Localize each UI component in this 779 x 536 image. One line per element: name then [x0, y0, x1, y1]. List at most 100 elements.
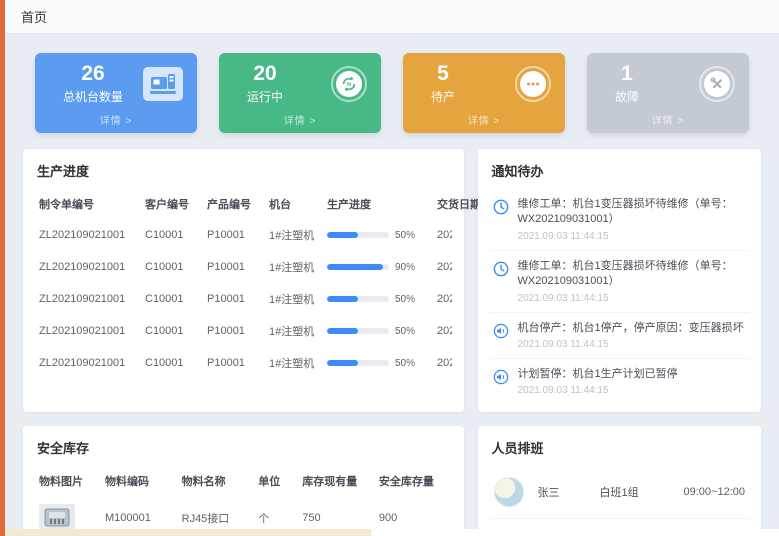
- notifications-panel: 通知待办 维修工单：机台1变压器损坏待维修（单号：WX202109031001）…: [478, 149, 761, 412]
- panels-grid: 生产进度 制令单编号 客户编号 产品编号 机台 生产进度 交货日期 ZL2021…: [23, 149, 761, 529]
- waiting-label: 待产: [431, 88, 455, 105]
- cell-order-no: ZL202109021001: [35, 283, 141, 315]
- window-accent-strip: [0, 0, 5, 536]
- cell-delivery-date: 2021-09-10: [433, 347, 452, 379]
- notification-text: 机台停产：机台1停产，停产原因：变压器损坏: [518, 321, 744, 336]
- stat-card-waiting-main: 5 待产: [417, 62, 551, 105]
- staff-time: 09:00~12:00: [684, 486, 745, 498]
- notification-text: 计划暂停：机台1生产计划已暂停: [518, 367, 678, 382]
- background-window-strip: [5, 529, 371, 536]
- waiting-detail-link[interactable]: 详情 >: [417, 112, 551, 127]
- total-machines-detail-link[interactable]: 详情 >: [49, 112, 183, 127]
- header-machine: 机台: [265, 189, 323, 219]
- background-window-strip-right: [371, 529, 779, 536]
- notification-text: 维修工单：机台1变压器损坏待维修（单号：WX202109031001）: [518, 197, 747, 228]
- top-bar: 首页: [5, 0, 779, 34]
- notification-time: 2021.09.03 11:44:15: [518, 385, 678, 396]
- cell-progress: 50%: [323, 283, 433, 315]
- cell-stock-qty: 750: [298, 496, 375, 529]
- cell-product-no: P10001: [203, 315, 265, 347]
- speaker-icon: [492, 322, 510, 340]
- notification-text: 维修工单：机台1变压器损坏待维修（单号：WX202109031001）: [518, 259, 747, 290]
- cell-unit: 个: [254, 496, 298, 529]
- running-icon: [331, 66, 367, 102]
- staff-row: 李四 白班2组 12:00~16:00: [490, 519, 749, 529]
- header-material-name: 物料名称: [178, 466, 255, 496]
- fault-detail-link[interactable]: 详情 >: [601, 112, 735, 127]
- header-customer-no: 客户编号: [141, 189, 203, 219]
- cell-order-no: ZL202109021001: [35, 347, 141, 379]
- progress-bar: [327, 360, 389, 366]
- running-detail-link[interactable]: 详情 >: [233, 112, 367, 127]
- cell-product-no: P10001: [203, 219, 265, 251]
- notification-item[interactable]: 维修工单：机台1变压器损坏待维修（单号：WX202109031001） 2021…: [490, 189, 749, 251]
- notification-item[interactable]: 计划暂停：机台1生产计划已暂停 2021.09.03 11:44:15: [490, 359, 749, 404]
- production-progress-title: 生产进度: [35, 159, 452, 189]
- stat-card-fault[interactable]: 1 故障 详情 >: [587, 53, 749, 133]
- cell-material-image: [35, 496, 101, 529]
- staff-shift: 白班1组: [600, 484, 684, 500]
- stat-cards-row: 26 总机台数量 详情 >: [35, 53, 749, 133]
- progress-bar: [327, 264, 389, 270]
- stat-card-running-figures: 20 运行中: [247, 62, 283, 105]
- stat-card-total-figures: 26 总机台数量: [63, 62, 123, 105]
- header-progress: 生产进度: [323, 189, 433, 219]
- cell-machine: 1#注塑机: [265, 283, 323, 315]
- staff-schedule-title: 人员排班: [490, 436, 749, 466]
- inventory-row: M100001 RJ45接口 个 750 900: [35, 496, 452, 529]
- stat-card-running-main: 20 运行中: [233, 62, 367, 105]
- notification-body: 维修工单：机台1变压器损坏待维修（单号：WX202109031001） 2021…: [518, 197, 747, 242]
- cell-customer-no: C10001: [141, 283, 203, 315]
- notification-item[interactable]: 机台停产：机台1停产，停产原因：变压器损坏 2021.09.03 11:44:1…: [490, 313, 749, 359]
- cell-customer-no: C10001: [141, 251, 203, 283]
- notification-item[interactable]: 维修工单：机台1变压器损坏待维修（单号：WX202109031001） 2021…: [490, 251, 749, 313]
- machine-icon: [143, 67, 183, 101]
- page-title: 首页: [21, 7, 47, 26]
- fault-label: 故障: [615, 88, 639, 105]
- speaker-icon: [492, 368, 510, 386]
- safety-inventory-title: 安全库存: [35, 436, 452, 466]
- production-table: 制令单编号 客户编号 产品编号 机台 生产进度 交货日期 ZL202109021…: [35, 189, 452, 379]
- dashboard-content: 26 总机台数量 详情 >: [5, 35, 779, 529]
- cell-customer-no: C10001: [141, 219, 203, 251]
- production-row: ZL202109021001 C10001 P10001 1#注塑机 50% 2…: [35, 283, 452, 315]
- cell-delivery-date: 2021-09-10: [433, 315, 452, 347]
- header-delivery-date: 交货日期: [433, 189, 452, 219]
- cell-progress: 50%: [323, 315, 433, 347]
- cell-machine: 1#注塑机: [265, 347, 323, 379]
- notifications-title: 通知待办: [490, 159, 749, 189]
- cell-delivery-date: 2021-09-10: [433, 283, 452, 315]
- cell-progress: 50%: [323, 347, 433, 379]
- cell-material-code: M100001: [101, 496, 178, 529]
- total-machines-label: 总机台数量: [63, 88, 123, 105]
- cell-machine: 1#注塑机: [265, 315, 323, 347]
- cell-order-no: ZL202109021001: [35, 315, 141, 347]
- inventory-table: 物料图片 物料编码 物料名称 单位 库存现有量 安全库存量: [35, 466, 452, 529]
- cell-delivery-date: 2021-09-10: [433, 219, 452, 251]
- header-material-image: 物料图片: [35, 466, 101, 496]
- avatar: [494, 477, 524, 507]
- cell-machine: 1#注塑机: [265, 219, 323, 251]
- notification-time: 2021.09.03 11:44:15: [518, 231, 747, 242]
- stat-card-fault-main: 1 故障: [601, 62, 735, 105]
- rj45-connector-photo: [39, 504, 75, 529]
- stat-card-running[interactable]: 20 运行中 详情 >: [219, 53, 381, 133]
- production-row: ZL202109021001 C10001 P10001 1#注塑机 50% 2…: [35, 219, 452, 251]
- clock-icon: [492, 198, 510, 216]
- stat-card-waiting[interactable]: 5 待产 详情 >: [403, 53, 565, 133]
- header-order-no: 制令单编号: [35, 189, 141, 219]
- production-row: ZL202109021001 C10001 P10001 1#注塑机 90% 2…: [35, 251, 452, 283]
- staff-schedule-panel: 人员排班 张三 白班1组 09:00~12:00 李四 白班2组 12:00~1…: [478, 426, 761, 529]
- cell-progress: 90%: [323, 251, 433, 283]
- tools-icon: [699, 66, 735, 102]
- header-material-code: 物料编码: [101, 466, 178, 496]
- staff-name: 张三: [538, 484, 600, 500]
- clock-icon: [492, 260, 510, 278]
- progress-bar: [327, 328, 389, 334]
- running-value: 20: [253, 62, 276, 85]
- total-machines-value: 26: [81, 62, 104, 85]
- progress-bar: [327, 232, 389, 238]
- stat-card-total-machines[interactable]: 26 总机台数量 详情 >: [35, 53, 197, 133]
- progress-label: 50%: [395, 294, 415, 305]
- progress-label: 50%: [395, 326, 415, 337]
